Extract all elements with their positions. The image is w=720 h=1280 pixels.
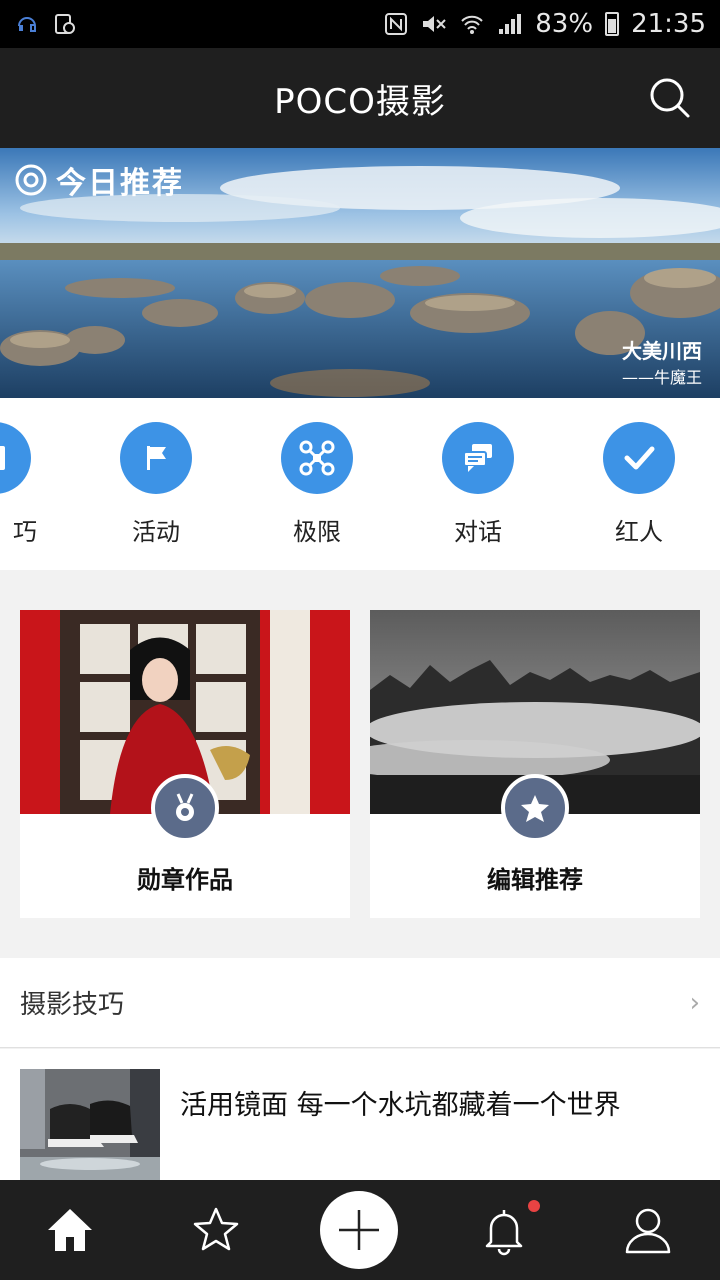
category-row: 巧 活动 极限 对话 红人: [0, 398, 720, 570]
list-item[interactable]: 活用镜面 每一个水坑都藏着一个世界: [0, 1049, 720, 1180]
user-icon[interactable]: [620, 1202, 676, 1258]
chat-icon: [442, 422, 514, 494]
aperture-icon: [15, 164, 47, 196]
banner-caption-author: ——牛魔王: [621, 368, 702, 387]
category-label: 巧: [13, 518, 37, 546]
category-tips[interactable]: 巧: [0, 422, 50, 547]
page-title: POCO摄影: [274, 81, 446, 122]
category-events[interactable]: 活动: [101, 422, 211, 547]
category-label: 红人: [615, 518, 663, 546]
card-medal-works[interactable]: 勋章作品: [20, 610, 350, 918]
home-icon[interactable]: [42, 1202, 98, 1258]
plus-icon: [339, 1210, 379, 1250]
add-button[interactable]: [320, 1191, 398, 1269]
drone-icon: [281, 422, 353, 494]
banner-logo-text: 今日推荐: [56, 166, 184, 201]
article-thumbnail: [20, 1069, 160, 1180]
clock: 21:35: [631, 9, 706, 39]
star-icon: [501, 774, 569, 842]
category-label: 极限: [293, 518, 341, 546]
nfc-icon: [383, 11, 409, 37]
book-icon: [0, 422, 31, 494]
card-editor-picks[interactable]: 编辑推荐: [370, 610, 700, 918]
medal-icon: [151, 774, 219, 842]
card-label: 编辑推荐: [487, 866, 583, 894]
banner-caption: 大美川西 ——牛魔王: [622, 335, 702, 388]
bell-icon[interactable]: [476, 1202, 532, 1258]
battery-percent: 83%: [535, 9, 594, 39]
star-icon[interactable]: [188, 1202, 244, 1258]
app-header: POCO摄影: [0, 48, 720, 148]
sync-icon: [52, 11, 78, 37]
article-title: 活用镜面 每一个水坑都藏着一个世界: [180, 1090, 621, 1121]
check-icon: [603, 422, 675, 494]
category-label: 对话: [454, 518, 502, 546]
search-icon[interactable]: [648, 76, 692, 120]
banner-caption-title: 大美川西: [622, 339, 702, 363]
bottom-nav: [0, 1180, 720, 1280]
feature-cards: 勋章作品 编辑推荐: [0, 570, 720, 958]
mute-icon: [421, 11, 447, 37]
section-title: 摄影技巧: [20, 990, 125, 1020]
wifi-icon: [459, 11, 485, 37]
flag-icon: [120, 422, 192, 494]
category-extreme[interactable]: 极限: [262, 422, 372, 547]
featured-banner[interactable]: 今日推荐 大美川西 ——牛魔王: [0, 148, 720, 398]
category-influencers[interactable]: 红人: [584, 422, 694, 547]
card-label: 勋章作品: [137, 866, 233, 894]
headset-icon: [14, 11, 40, 37]
category-dialogue[interactable]: 对话: [423, 422, 533, 547]
banner-logo: 今日推荐: [14, 158, 184, 202]
status-bar: 83% 21:35: [0, 0, 720, 48]
signal-icon: [497, 11, 523, 37]
chevron-right-icon: ›: [689, 987, 700, 1018]
tips-section-header[interactable]: 摄影技巧 ›: [0, 958, 720, 1048]
notification-dot: [528, 1200, 540, 1212]
battery-icon: [605, 12, 620, 36]
category-label: 活动: [132, 518, 180, 546]
